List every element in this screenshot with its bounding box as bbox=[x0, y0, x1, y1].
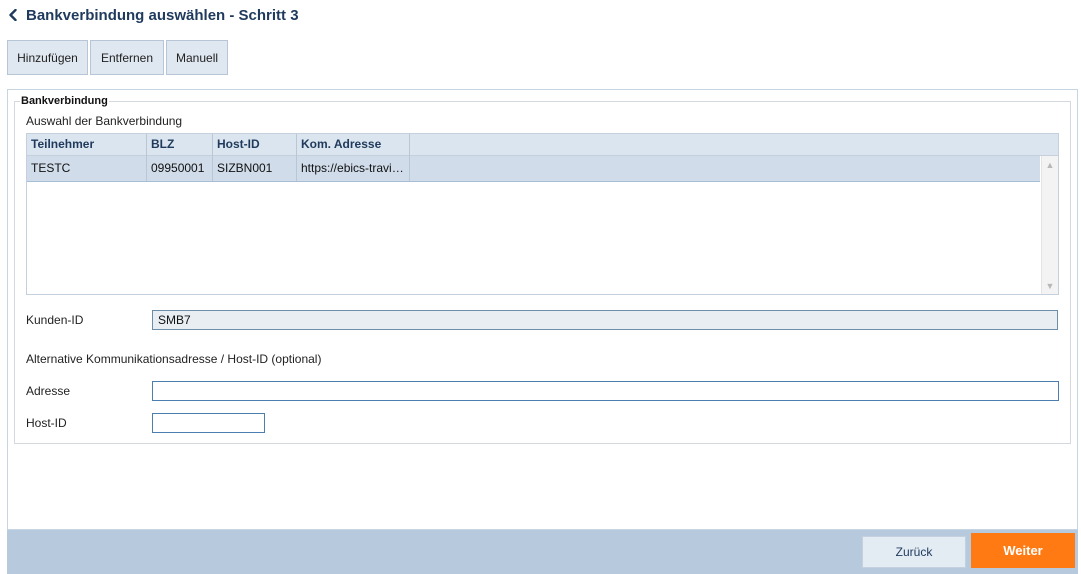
kunden-id-field[interactable] bbox=[152, 310, 1058, 330]
add-button[interactable]: Hinzufügen bbox=[7, 40, 88, 75]
cell-kom-adresse: https://ebics-travi… bbox=[297, 156, 410, 181]
column-header-teilnehmer[interactable]: Teilnehmer bbox=[27, 134, 147, 156]
column-header-blz[interactable]: BLZ bbox=[147, 134, 213, 156]
cell-teilnehmer: TESTC bbox=[27, 156, 147, 181]
table-row[interactable]: TESTC 09950001 SIZBN001 https://ebics-tr… bbox=[27, 156, 1040, 182]
adresse-label: Adresse bbox=[26, 384, 71, 398]
cell-host-id: SIZBN001 bbox=[213, 156, 297, 181]
scroll-up-icon[interactable]: ▲ bbox=[1045, 160, 1055, 170]
fieldset-legend: Bankverbindung bbox=[20, 95, 109, 107]
kunden-id-label: Kunden-ID bbox=[26, 313, 84, 327]
grid-scrollbar[interactable]: ▲ ▼ bbox=[1041, 156, 1058, 294]
back-button[interactable]: Zurück bbox=[862, 536, 966, 568]
host-id-input[interactable] bbox=[152, 413, 265, 433]
column-header-kom-adresse[interactable]: Kom. Adresse bbox=[297, 134, 410, 156]
page-title: Bankverbindung auswählen - Schritt 3 bbox=[26, 6, 299, 24]
grid-subtitle: Auswahl der Bankverbindung bbox=[26, 114, 183, 128]
toolbar: Hinzufügen Entfernen Manuell bbox=[7, 40, 230, 75]
scroll-down-icon[interactable]: ▼ bbox=[1045, 281, 1055, 291]
manual-button[interactable]: Manuell bbox=[166, 40, 228, 75]
page-header: Bankverbindung auswählen - Schritt 3 bbox=[8, 6, 299, 24]
next-button[interactable]: Weiter bbox=[971, 533, 1075, 568]
bank-connection-grid: Teilnehmer BLZ Host-ID Kom. Adresse TEST… bbox=[26, 133, 1059, 295]
adresse-input[interactable] bbox=[152, 381, 1059, 401]
cell-blz: 09950001 bbox=[147, 156, 213, 181]
alternative-address-heading: Alternative Kommunikationsadresse / Host… bbox=[26, 352, 322, 366]
remove-button[interactable]: Entfernen bbox=[90, 40, 164, 75]
column-header-host-id[interactable]: Host-ID bbox=[213, 134, 297, 156]
host-id-label: Host-ID bbox=[26, 416, 67, 430]
grid-header: Teilnehmer BLZ Host-ID Kom. Adresse bbox=[27, 134, 1058, 156]
chevron-left-icon[interactable] bbox=[8, 7, 22, 23]
